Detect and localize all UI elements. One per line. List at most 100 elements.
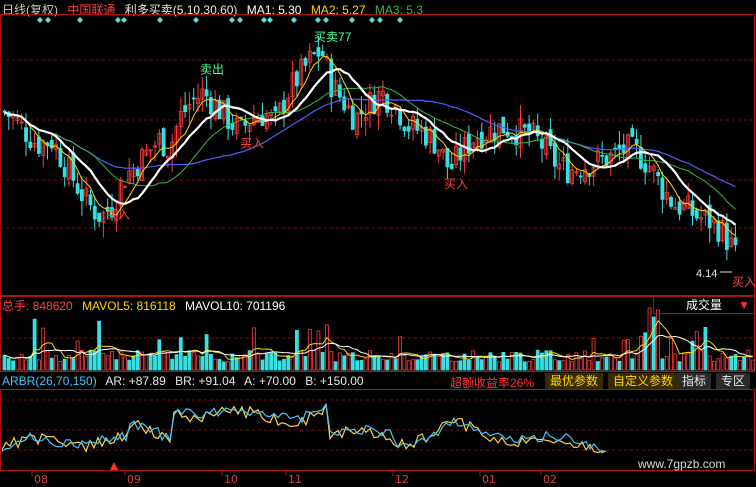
candle-body <box>320 51 325 56</box>
volume-bar <box>725 357 729 371</box>
volume-bar <box>613 357 617 371</box>
volume-bar <box>466 360 471 371</box>
arbr-name[interactable]: ARBR(26,70,150) <box>2 374 97 388</box>
volume-bar <box>423 354 428 371</box>
candle-body <box>522 124 527 128</box>
mavol10-label: MAVOL10: 701196 <box>185 299 286 313</box>
volume-bar <box>37 359 41 371</box>
volume-bar <box>62 358 67 371</box>
signal-diamond-icon <box>261 17 267 23</box>
volume-bar <box>380 358 385 371</box>
arbr-arrow-icon <box>110 462 118 470</box>
x-axis-tick-label: 01 <box>482 473 496 486</box>
volume-bar <box>587 359 592 371</box>
volume-bar <box>320 351 325 371</box>
signal-diamond-icon <box>397 17 403 23</box>
candle-body <box>660 177 665 200</box>
signal-diamond-icon <box>45 17 51 23</box>
volume-bar <box>712 360 716 371</box>
signal-diamond-icon <box>377 17 383 23</box>
volume-bar <box>682 353 686 371</box>
volume-bar <box>170 358 175 371</box>
custom-params-button[interactable]: 自定义参数 <box>608 373 679 389</box>
excess-return-label: 超额收益率26% <box>450 376 535 390</box>
volume-bar <box>596 361 600 371</box>
volume-bar <box>402 355 407 371</box>
volume-bar <box>127 359 132 371</box>
volume-bar <box>105 355 110 371</box>
volume-bar <box>479 359 484 371</box>
candle-body <box>669 196 673 207</box>
volume-bar <box>15 356 20 371</box>
volume-bar <box>497 361 501 371</box>
x-axis-tick-label: 02 <box>543 473 557 486</box>
volume-bar <box>191 351 196 371</box>
candle-body <box>350 105 355 130</box>
candle-body <box>553 142 557 167</box>
volume-bar <box>578 358 583 371</box>
volume-bar <box>484 355 489 371</box>
volume-bar <box>208 353 213 371</box>
volume-bar <box>742 356 746 371</box>
x-axis-tick-label: 10 <box>224 473 238 486</box>
ar-label: AR: +87.89 <box>105 374 166 388</box>
volume-bar <box>286 355 291 371</box>
x-axis-tick-label: 11 <box>288 473 302 486</box>
candle-body <box>578 175 583 178</box>
signal-diamond-icon <box>267 17 273 23</box>
volume-bar <box>303 356 308 371</box>
volume-bar <box>699 349 703 371</box>
candle-body <box>303 58 308 66</box>
volume-bar <box>746 349 751 371</box>
volume-bar <box>45 350 50 371</box>
chart-canvas[interactable]: 买入卖出买入买入买入08 09 10 11 12 01 02 <box>0 0 756 487</box>
volume-bar <box>686 353 691 371</box>
volume-bar <box>449 360 454 371</box>
volume-bar <box>591 338 596 371</box>
volume-header: 总手: 848620 MAVOL5: 816118 MAVOL10: 70119… <box>2 297 291 314</box>
volume-bar <box>165 352 170 371</box>
x-axis-tick-label: 08 <box>34 473 48 486</box>
volume-bar <box>406 360 411 371</box>
volume-bar <box>389 353 394 371</box>
volume-bar <box>54 355 58 371</box>
volume-bar <box>535 349 540 371</box>
candle-body <box>600 154 605 157</box>
indicator-button[interactable]: 指标 <box>677 373 712 389</box>
candle-body <box>123 186 127 188</box>
volume-bar <box>656 309 660 371</box>
total-volume-label: 总手: 848620 <box>2 299 73 313</box>
candle-body <box>24 127 28 142</box>
volume-bar <box>561 360 566 371</box>
volume-bar <box>669 337 673 371</box>
volume-bar <box>333 361 338 371</box>
signal-diamond-icon <box>37 17 43 23</box>
volume-selector-label: 成交量 <box>685 298 722 312</box>
best-params-button[interactable]: 最优参数 <box>545 373 604 389</box>
volume-bar <box>49 357 54 371</box>
zone-button[interactable]: 专区 <box>716 373 751 389</box>
candle-body <box>226 98 231 129</box>
volume-bar <box>690 340 695 371</box>
volume-bar <box>522 361 527 371</box>
volume-bar <box>707 355 712 371</box>
candle-body <box>316 47 321 57</box>
volume-bar <box>630 358 635 371</box>
candle-body <box>312 52 317 55</box>
volume-bar <box>174 354 179 371</box>
volume-bar <box>475 355 480 371</box>
signal-diamond-icon <box>349 17 355 23</box>
candle-body <box>71 152 76 181</box>
signal-label: 买入 <box>732 275 756 289</box>
volume-bar <box>553 359 557 371</box>
candle-body <box>540 138 544 149</box>
candle-body <box>372 94 377 115</box>
volume-bar <box>346 353 351 371</box>
volume-selector[interactable]: 成交量 ▼ <box>653 296 755 314</box>
volume-bar <box>200 356 205 371</box>
low-price-label: 4.14 <box>696 268 718 280</box>
volume-bar <box>501 352 506 371</box>
volume-bar <box>131 355 136 371</box>
signal-label: 买入 <box>106 207 130 221</box>
volume-bar <box>432 353 437 371</box>
